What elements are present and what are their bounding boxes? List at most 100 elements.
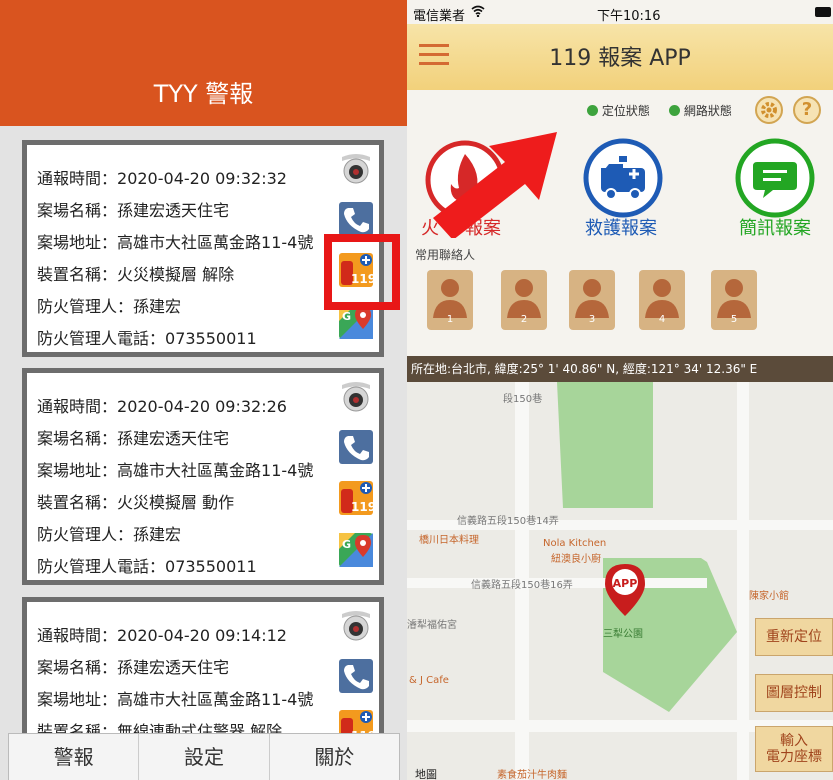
sms-message-icon — [735, 138, 815, 218]
ambulance-report-button[interactable]: 救護報案 — [577, 138, 673, 239]
poi-label: Nola Kitchen — [543, 538, 607, 549]
location-info-bar: 所在地:台北市, 緯度:25° 1' 40.86" N, 經度:121° 34'… — [407, 356, 833, 382]
camera-icon[interactable] — [339, 608, 373, 642]
contact-slot[interactable]: 2 — [501, 270, 547, 330]
camera-icon[interactable] — [339, 151, 373, 185]
report-app-screen: 電信業者 下午10:16 119 報案 APP 定位狀態 網路狀態 ? 火 報案… — [407, 0, 833, 780]
settings-gear-icon[interactable] — [755, 96, 783, 124]
manager-phone-row: 防火管理人電話：073550011 — [37, 329, 257, 348]
ambulance-report-label: 救護報案 — [585, 218, 657, 239]
app-header: TYY 警報 — [0, 0, 407, 126]
ambulance-icon — [583, 138, 663, 218]
location-status: 定位狀態 — [587, 102, 650, 119]
report-time: 2020-04-20 09:32:26 — [117, 397, 287, 416]
report-time: 2020-04-20 09:32:32 — [117, 169, 287, 188]
tab-alarm[interactable]: 警報 — [9, 734, 140, 780]
person-icon — [645, 279, 679, 318]
report-time: 2020-04-20 09:14:12 — [117, 626, 287, 645]
manager-phone: 073550011 — [165, 557, 257, 576]
svg-text:APP: APP — [613, 577, 638, 590]
status-time: 下午10:16 — [597, 9, 661, 24]
person-icon — [433, 279, 467, 318]
poi-label: 陳家小館 — [749, 591, 789, 602]
report-time-row: 通報時間：2020-04-20 09:14:12 — [37, 626, 287, 645]
google-maps-icon[interactable]: G — [339, 533, 373, 567]
road-label: 段150巷 — [503, 394, 543, 405]
phone-call-icon[interactable] — [339, 202, 373, 236]
app-title: 119 報案 APP — [549, 46, 691, 71]
sms-report-button[interactable]: 簡訊報案 — [729, 138, 829, 239]
contact-slot[interactable]: 3 — [569, 270, 615, 330]
status-bar: 電信業者 下午10:16 — [407, 0, 833, 24]
svg-text:G: G — [342, 538, 351, 551]
person-icon — [717, 279, 751, 318]
site-address: 高雄市大社區萬金路11-4號 — [117, 233, 314, 252]
contact-number: 5 — [730, 314, 738, 325]
device-name: 火災模擬層 動作 — [117, 493, 235, 512]
tyy-alarm-screen: TYY 警報 通報時間：2020-04-20 09:32:32 案場名稱：孫建宏… — [0, 0, 407, 780]
location-pin-icon: APP — [605, 564, 645, 616]
tab-settings[interactable]: 設定 — [139, 734, 270, 780]
sms-report-label: 簡訊報案 — [739, 218, 811, 239]
poi-label: 橋川日本料理 — [419, 535, 479, 546]
red-arrow-annotation — [433, 132, 557, 238]
help-button[interactable]: ? — [793, 96, 821, 124]
device-name-row: 裝置名稱：火災模擬層 動作 — [37, 493, 235, 512]
site-address: 高雄市大社區萬金路11-4號 — [117, 461, 314, 480]
road-label: 信義路五段150巷16弄 — [471, 580, 573, 591]
google-maps-icon[interactable]: G — [339, 305, 373, 339]
device-name-row: 裝置名稱：火災模擬層 解除 — [37, 265, 235, 284]
layer-control-button[interactable]: 圖層控制 — [755, 674, 833, 712]
fire-manager: 孫建宏 — [133, 525, 182, 544]
site-address-row: 案場地址：高雄市大社區萬金路11-4號 — [37, 461, 314, 480]
phone-call-icon[interactable] — [339, 430, 373, 464]
power-coordinate-input-button[interactable]: 輸入 電力座標 — [755, 726, 833, 772]
site-name-row: 案場名稱：孫建宏透天住宅 — [37, 658, 230, 677]
svg-text:119: 119 — [351, 500, 373, 514]
poi-label: 素食茄汁牛肉麵 — [497, 770, 567, 780]
contact-number: 4 — [658, 314, 666, 325]
bottom-tab-bar: 警報 設定 關於 — [8, 733, 400, 780]
phone-call-icon[interactable] — [339, 659, 373, 693]
map-attribution: 地圖 — [415, 768, 437, 780]
svg-text:G: G — [342, 310, 351, 323]
page-title: TYY 警報 — [153, 80, 254, 108]
site-name: 孫建宏透天住宅 — [117, 201, 230, 220]
site-address: 高雄市大社區萬金路11-4號 — [117, 690, 314, 709]
report-time-row: 通報時間：2020-04-20 09:32:32 — [37, 169, 287, 188]
contact-slot[interactable]: 1 — [427, 270, 473, 330]
relocate-button[interactable]: 重新定位 — [755, 618, 833, 656]
contact-number: 1 — [446, 314, 454, 325]
camera-icon[interactable] — [339, 379, 373, 413]
app-header: 119 報案 APP — [407, 24, 833, 90]
road-label: 信義路五段150巷14弄 — [457, 516, 559, 527]
network-status: 網路狀態 — [669, 102, 732, 119]
device-name: 火災模擬層 解除 — [117, 265, 235, 284]
site-address-row: 案場地址：高雄市大社區萬金路11-4號 — [37, 690, 314, 709]
fire-manager-row: 防火管理人：孫建宏 — [37, 297, 182, 316]
map-view[interactable]: 段150巷 信義路五段150巷14弄 信義路五段150巷16弄 橋川日本料理 N… — [407, 382, 833, 780]
contact-slot[interactable]: 5 — [711, 270, 757, 330]
tab-about[interactable]: 關於 — [270, 734, 399, 780]
network-status-dot-icon — [669, 105, 680, 116]
carrier-name: 電信業者 — [413, 9, 466, 24]
call-119-icon[interactable]: 119 — [339, 481, 373, 515]
park-label: 三犁公園 — [603, 629, 643, 640]
contact-slot[interactable]: 4 — [639, 270, 685, 330]
fire-manager: 孫建宏 — [133, 297, 182, 316]
report-time-row: 通報時間：2020-04-20 09:32:26 — [37, 397, 287, 416]
site-name: 孫建宏透天住宅 — [117, 658, 230, 677]
poi-label: 紐澳良小廚 — [551, 554, 601, 565]
manager-phone-row: 防火管理人電話：073550011 — [37, 557, 257, 576]
fire-manager-row: 防火管理人：孫建宏 — [37, 525, 182, 544]
location-status-dot-icon — [587, 105, 598, 116]
site-name-row: 案場名稱：孫建宏透天住宅 — [37, 201, 230, 220]
site-name-row: 案場名稱：孫建宏透天住宅 — [37, 429, 230, 448]
contact-number: 2 — [520, 314, 528, 325]
poi-label: 濬犁福佑宮 — [407, 620, 457, 631]
site-name: 孫建宏透天住宅 — [117, 429, 230, 448]
manager-phone: 073550011 — [165, 329, 257, 348]
alarm-card[interactable]: 通報時間：2020-04-20 09:32:26 案場名稱：孫建宏透天住宅 案場… — [22, 368, 384, 585]
battery-icon — [815, 7, 831, 17]
highlight-box — [324, 234, 400, 310]
